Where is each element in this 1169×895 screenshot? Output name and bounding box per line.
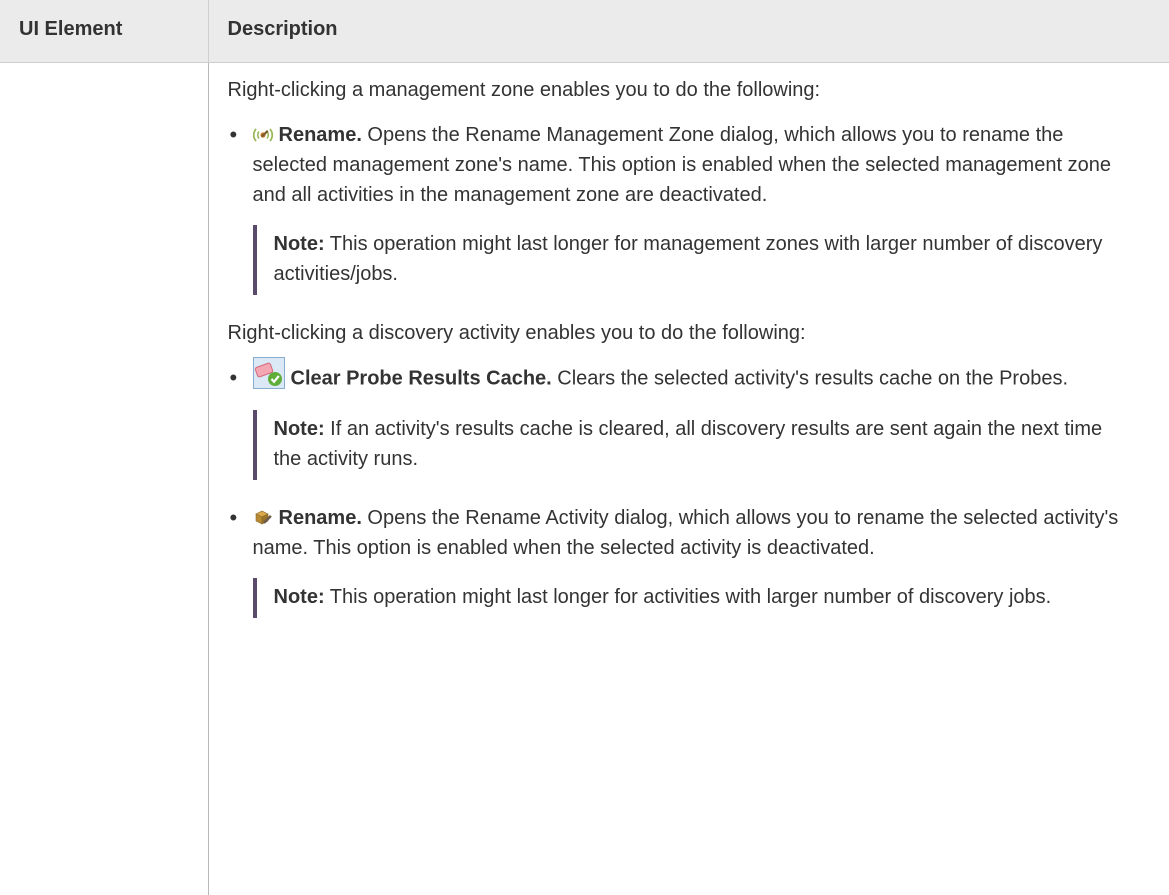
zone-intro-text: Right-clicking a management zone enables… [227,78,821,101]
zone-options-list: Rename. Opens the Rename Management Zone… [228,120,1130,295]
activity-rename-text: Opens the Rename Activity dialog, which … [252,506,1119,559]
note-label: Note: [273,232,325,255]
ui-element-column-header: UI Element [0,0,209,63]
ui-element-cell [0,62,209,895]
zone-rename-title: Rename. [278,123,362,146]
activity-intro-text: Right-clicking a discovery activity enab… [227,321,806,344]
note-block: Note: If an activity's results cache is … [252,409,1130,480]
note-block: Note: This operation might last longer f… [252,224,1130,295]
activity-rename-title: Rename. [278,506,362,529]
table-header-row: UI Element Description [0,0,1169,63]
management-zone-rename-icon [252,125,273,145]
ui-description-table: UI Element Description Right-clicking a … [0,0,1169,895]
activity-options-list: Clear Probe Results Cache. Clears the se… [228,356,1130,618]
note-block: Note: This operation might last longer f… [252,577,1130,618]
note-label: Note: [273,417,325,440]
zone-rename-text: Opens the Rename Management Zone dialog,… [252,123,1111,206]
clear-cache-text: Clears the selected activity's results c… [551,366,1069,389]
clear-cache-icon [252,356,285,389]
note-text: This operation might last longer for man… [273,232,1103,285]
list-item: Clear Probe Results Cache. Clears the se… [228,356,1130,480]
table-row: Right-clicking a management zone enables… [0,62,1169,895]
description-column-header: Description [208,0,1169,63]
list-item: Rename. Opens the Rename Activity dialog… [228,503,1130,618]
clear-cache-title: Clear Probe Results Cache. [290,366,552,389]
description-cell: Right-clicking a management zone enables… [208,62,1169,895]
activity-rename-icon [253,508,273,528]
note-text: If an activity's results cache is cleare… [273,417,1103,470]
note-text: This operation might last longer for act… [324,585,1052,608]
note-label: Note: [273,585,325,608]
list-item: Rename. Opens the Rename Management Zone… [228,120,1130,295]
